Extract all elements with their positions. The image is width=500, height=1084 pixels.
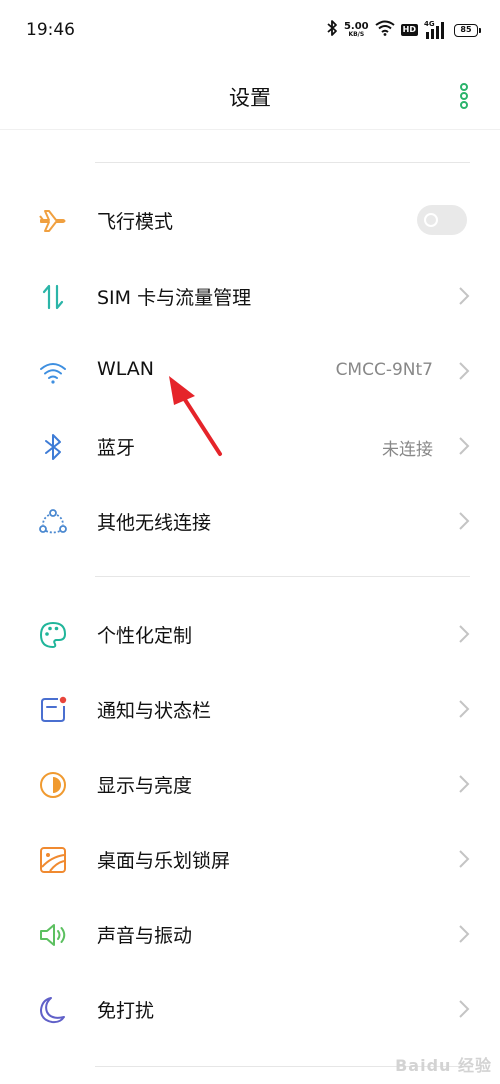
- bluetooth-icon: [38, 432, 68, 462]
- settings-item-sim[interactable]: SIM 卡与流量管理: [0, 258, 500, 333]
- settings-item-label: SIM 卡与流量管理: [97, 287, 252, 309]
- settings-item-notifications[interactable]: 通知与状态栏: [0, 671, 500, 746]
- settings-item-value: CMCC-9Nt7: [335, 360, 433, 380]
- settings-item-label: 通知与状态栏: [97, 700, 212, 722]
- settings-item-value: 未连接: [382, 440, 433, 460]
- display-brightness-icon: [38, 770, 68, 800]
- settings-item-other-wireless[interactable]: 其他无线连接: [0, 483, 500, 558]
- header: 设置: [0, 60, 500, 130]
- settings-item-wallpaper[interactable]: 桌面与乐划锁屏: [0, 821, 500, 896]
- chevron-right-icon: [456, 285, 472, 307]
- battery-icon: 85: [454, 23, 481, 37]
- palette-icon: [38, 620, 68, 650]
- settings-item-display[interactable]: 显示与亮度: [0, 746, 500, 821]
- chevron-right-icon: [456, 698, 472, 720]
- settings-item-airplane-mode[interactable]: 飞行模式: [0, 182, 500, 257]
- settings-item-label: WLAN: [97, 358, 155, 380]
- wallpaper-icon: [38, 845, 68, 875]
- chevron-right-icon: [456, 510, 472, 532]
- page-title: 设置: [229, 86, 271, 110]
- status-time: 19:46: [26, 20, 75, 40]
- status-bar: 19:46 5.00 KB/S HD 4G 85: [0, 0, 500, 60]
- network-speed-unit: KB/S: [348, 31, 365, 38]
- chevron-right-icon: [456, 360, 472, 382]
- settings-item-label: 声音与振动: [97, 925, 193, 947]
- moon-icon: [38, 995, 68, 1025]
- settings-item-sound[interactable]: 声音与振动: [0, 896, 500, 971]
- sim-data-icon: [38, 282, 68, 312]
- network-type: 4G: [424, 20, 435, 28]
- chevron-right-icon: [456, 923, 472, 945]
- notification-icon: [38, 695, 68, 725]
- section-divider: [95, 576, 470, 577]
- wifi-icon: [38, 357, 68, 387]
- watermark: Baidu 经验: [395, 1056, 492, 1075]
- settings-item-label: 飞行模式: [97, 211, 174, 233]
- settings-item-label: 显示与亮度: [97, 775, 193, 797]
- settings-item-label: 个性化定制: [97, 625, 193, 647]
- chevron-right-icon: [456, 848, 472, 870]
- more-vertical-icon: [460, 83, 468, 109]
- settings-item-label: 桌面与乐划锁屏: [97, 850, 231, 872]
- toggle-knob: [424, 213, 438, 227]
- network-speed: 5.00 KB/S: [344, 22, 369, 38]
- settings-item-bluetooth[interactable]: 蓝牙 未连接: [0, 408, 500, 483]
- settings-item-personalization[interactable]: 个性化定制: [0, 596, 500, 671]
- section-divider: [95, 162, 470, 163]
- wireless-connections-icon: [38, 507, 68, 537]
- chevron-right-icon: [456, 623, 472, 645]
- airplane-icon: [38, 206, 68, 236]
- settings-item-wlan[interactable]: WLAN CMCC-9Nt7: [0, 333, 500, 408]
- settings-item-label: 其他无线连接: [97, 512, 212, 534]
- hd-badge: HD: [400, 24, 418, 36]
- header-divider: [0, 129, 500, 130]
- chevron-right-icon: [456, 435, 472, 457]
- status-icons: 5.00 KB/S HD 4G 85: [326, 18, 481, 42]
- chevron-right-icon: [456, 773, 472, 795]
- more-options-button[interactable]: [454, 82, 474, 110]
- settings-item-label: 免打扰: [97, 1000, 155, 1022]
- settings-item-do-not-disturb[interactable]: 免打扰: [0, 971, 500, 1046]
- signal-icon: 4G: [424, 21, 448, 39]
- settings-item-label: 蓝牙: [97, 437, 136, 459]
- chevron-right-icon: [456, 998, 472, 1020]
- bluetooth-status-icon: [326, 19, 338, 41]
- airplane-mode-toggle[interactable]: [417, 205, 467, 235]
- sound-icon: [38, 920, 68, 950]
- wifi-status-icon: [375, 20, 395, 40]
